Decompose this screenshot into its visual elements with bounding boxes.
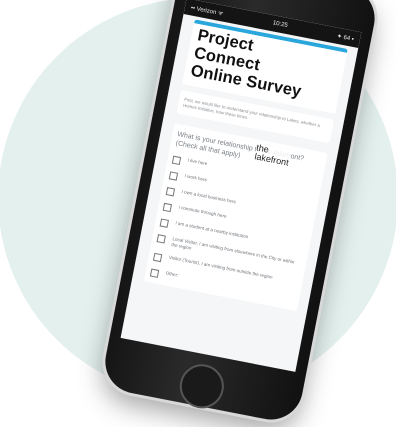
checkbox[interactable] xyxy=(163,203,172,212)
checkbox[interactable] xyxy=(153,253,162,262)
lakefront-overlay-text: the lakefront xyxy=(254,143,291,167)
checkbox[interactable] xyxy=(169,171,178,180)
checkbox[interactable] xyxy=(172,156,181,165)
battery-indicator: ✦ 64 ▪ xyxy=(336,32,354,42)
survey-form: Project Connect Online Survey First, we … xyxy=(132,14,358,313)
question-card: What is your relationship to the lakefro… xyxy=(144,123,328,311)
checkbox[interactable] xyxy=(157,234,166,243)
checkbox[interactable] xyxy=(160,218,169,227)
option-label: I work here xyxy=(184,173,207,183)
option-label: I live here xyxy=(187,158,208,168)
option-label: I own a local business here xyxy=(181,189,237,205)
checkbox[interactable] xyxy=(150,269,159,278)
checkbox[interactable] xyxy=(166,187,175,196)
option-label: Other: xyxy=(165,270,179,278)
option-label: I commute through here xyxy=(178,205,227,220)
home-button[interactable] xyxy=(176,361,228,413)
